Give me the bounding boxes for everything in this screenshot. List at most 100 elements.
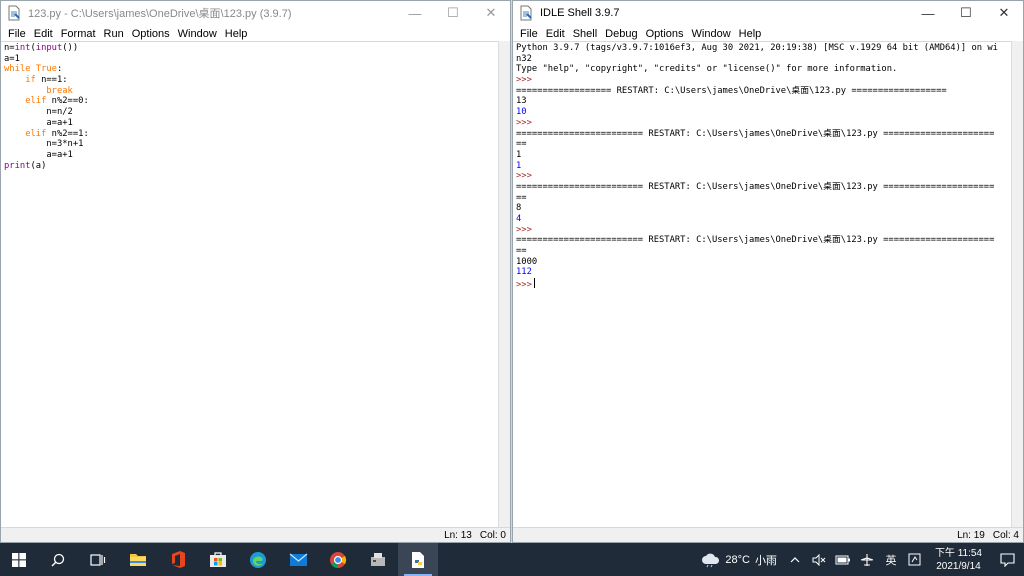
shell-output-line: Type "help", "copyright", "credits" or "… [516,64,898,75]
shell-output-line: 1000 [516,256,538,267]
editor-menubar: File Edit Format Run Options Window Help [1,25,510,42]
code-token: elif [25,128,47,139]
code-line[interactable]: a=1 [4,54,495,65]
code-line[interactable]: print(a) [4,161,495,172]
package-icon [371,552,385,566]
editor-statusbar: Ln: 13 Col: 0 [1,527,510,542]
code-token: True [35,64,57,75]
code-line[interactable]: a=a+1 [4,150,495,161]
shell-titlebar[interactable]: IDLE Shell 3.9.7 — ☐ ✕ [513,1,1023,25]
shell-prompt: >>> [516,75,532,86]
weather-desc: 小雨 [754,554,777,567]
taskbar-idle[interactable] [398,543,438,576]
input-method-indicator[interactable]: 英 [879,543,903,576]
menu-window[interactable]: Window [174,28,221,40]
code-line[interactable]: while True: [4,64,495,75]
maximize-button[interactable]: ☐ [947,1,985,25]
menu-window[interactable]: Window [688,28,735,40]
taskbar-chrome[interactable] [318,543,358,576]
taskbar-file-explorer[interactable] [118,543,158,576]
taskbar-microsoft-store[interactable] [198,543,238,576]
code-line[interactable]: if n==1: [4,75,495,86]
close-button[interactable]: ✕ [472,1,510,25]
column-indicator: Col: 4 [992,529,1019,541]
maximize-button[interactable]: ☐ [434,1,472,25]
weather-widget[interactable]: 28°C 小雨 [701,552,777,568]
editor-title: 123.py - C:\Users\james\OneDrive\桌面\123.… [28,8,292,20]
show-hidden-icons-button[interactable] [783,543,807,576]
action-center-button[interactable] [990,543,1024,576]
clock-time: 下午 11:54 [934,547,982,559]
code-token: n%2==0: [46,96,89,107]
code-token: elif [25,96,47,107]
shell-input-line[interactable]: >>> [516,278,1008,291]
code-line[interactable]: a=a+1 [4,118,495,129]
menu-options[interactable]: Options [642,28,688,40]
code-token: : [56,64,63,75]
menu-help[interactable]: Help [735,28,766,40]
code-line[interactable]: elif n%2==1: [4,129,495,140]
menu-shell[interactable]: Shell [569,28,601,40]
minimize-button[interactable]: — [909,1,947,25]
menu-file[interactable]: File [4,28,30,40]
ime-options-button[interactable] [903,543,927,576]
notification-icon [999,552,1015,567]
shell-console[interactable]: Python 3.9.7 (tags/v3.9.7:1016ef3, Aug 3… [513,41,1011,527]
taskbar-office[interactable] [158,543,198,576]
battery-button[interactable] [831,543,855,576]
airplane-mode-button[interactable] [855,543,879,576]
start-button[interactable] [0,543,38,576]
shell-output-line: 112 [516,267,532,278]
menu-options[interactable]: Options [128,28,174,40]
shell-menubar: File Edit Shell Debug Options Window Hel… [513,25,1023,42]
code-token: break [46,85,73,96]
line-indicator: Ln: 13 [444,529,472,541]
code-token: n= [4,43,15,53]
editor-window: 123.py - C:\Users\james\OneDrive\桌面\123.… [0,0,511,543]
menu-debug[interactable]: Debug [601,28,641,40]
shell-title: IDLE Shell 3.9.7 [540,7,620,19]
volume-button[interactable] [807,543,831,576]
shell-prompt: >>> [516,280,532,291]
search-button[interactable] [38,543,78,576]
minimize-button[interactable]: — [396,1,434,25]
code-editor[interactable]: n=int(input()) a=1 while True: if n==1: br… [1,41,498,527]
close-button[interactable]: ✕ [985,1,1023,25]
line-indicator: Ln: 19 [957,529,985,541]
code-line[interactable]: n=int(input()) [4,43,495,54]
shell-output-line: == [516,139,527,150]
shell-text[interactable]: Python 3.9.7 (tags/v3.9.7:1016ef3, Aug 3… [513,42,1011,290]
task-view-button[interactable] [78,543,118,576]
column-indicator: Col: 0 [479,529,506,541]
code-line[interactable]: n=3*n+1 [4,139,495,150]
menu-edit[interactable]: Edit [30,28,57,40]
edge-browser-icon [250,551,266,568]
shell-output-line: ======================== RESTART: C:\Use… [516,235,995,246]
shell-prompt: >>> [516,171,532,182]
menu-help[interactable]: Help [221,28,252,40]
code-line[interactable]: n=n/2 [4,107,495,118]
menu-run[interactable]: Run [100,28,128,40]
code-line[interactable]: elif n%2==0: [4,96,495,107]
editor-titlebar[interactable]: 123.py - C:\Users\james\OneDrive\桌面\123.… [1,1,510,25]
shell-window: IDLE Shell 3.9.7 — ☐ ✕ File Edit Shell D… [512,0,1024,543]
office-icon [172,551,185,568]
clock[interactable]: 下午 11:54 2021/9/14 [935,547,982,573]
shell-output-line: n32 [516,53,532,64]
shell-output-line: ======================== RESTART: C:\Use… [516,128,995,139]
code-line[interactable]: break [4,86,495,97]
menu-file[interactable]: File [516,28,542,40]
menu-edit[interactable]: Edit [542,28,569,40]
battery-icon [835,555,850,564]
weather-temp: 28°C [725,553,750,566]
shell-scrollbar[interactable] [1011,41,1023,527]
editor-scrollbar[interactable] [498,41,510,527]
menu-format[interactable]: Format [57,28,100,40]
taskbar-edge[interactable] [238,543,278,576]
code-text[interactable]: n=int(input()) a=1 while True: if n==1: br… [1,42,498,172]
taskbar-app-package[interactable] [358,543,398,576]
shell-output-line: 13 [516,96,527,107]
taskbar-mail[interactable] [278,543,318,576]
